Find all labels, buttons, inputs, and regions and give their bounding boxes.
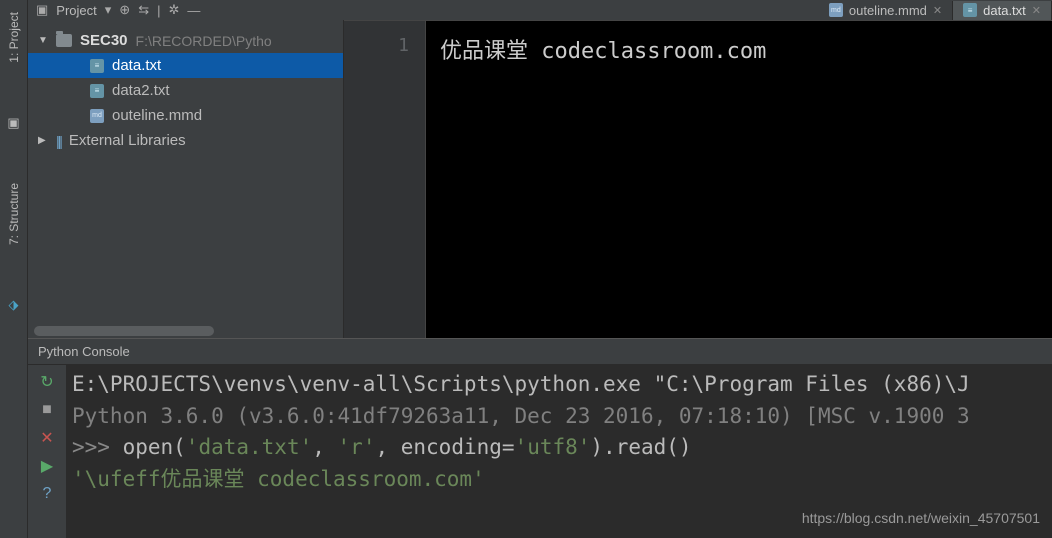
project-hscrollbar[interactable] — [28, 324, 343, 338]
project-tool-tab[interactable]: 1: Project — [5, 6, 23, 69]
help-icon[interactable]: ? — [38, 485, 56, 503]
tree-file-label: outeline.mmd — [112, 107, 202, 124]
left-tool-gutter: 1: Project ▣ 7: Structure ⬗ — [0, 0, 28, 538]
console-result: '\ufeff优品课堂 codeclassroom.com' — [72, 464, 1046, 496]
project-dropdown-icon[interactable]: ▣ — [36, 2, 48, 18]
close-icon[interactable]: ✕ — [933, 4, 942, 17]
close-icon[interactable]: ✕ — [1032, 4, 1041, 17]
console-line: Python 3.6.0 (v3.6.0:41df79263a11, Dec 2… — [72, 401, 1046, 433]
tree-root[interactable]: ▼ SEC30 F:\RECORDED\Pytho — [28, 28, 343, 53]
prompt: >>> — [72, 435, 110, 459]
console-toolbar: ↻ ■ ✕ ▶ ? — [28, 365, 66, 538]
tree-file-data-txt[interactable]: ≡ data.txt — [28, 53, 343, 78]
editor-gutter: 1 — [344, 21, 426, 338]
txt-file-icon: ≡ — [90, 59, 104, 73]
tree-external-libraries[interactable]: ▶ ||| External Libraries — [28, 128, 343, 153]
project-path: F:\RECORDED\Pytho — [136, 33, 272, 49]
stop-icon[interactable]: ■ — [38, 401, 56, 419]
txt-file-icon: ≡ — [963, 3, 977, 17]
line-number: 1 — [344, 35, 409, 56]
tree-file-label: data2.txt — [112, 82, 170, 99]
editor-line: 优品课堂 codeclassroom.com — [440, 39, 766, 64]
mmd-file-icon: md — [90, 109, 104, 123]
folder-icon — [56, 34, 72, 47]
tab-label: data.txt — [983, 3, 1026, 18]
scrollbar-thumb[interactable] — [34, 326, 214, 336]
tab-outeline-mmd[interactable]: md outeline.mmd ✕ — [819, 1, 953, 20]
tab-data-txt[interactable]: ≡ data.txt ✕ — [953, 1, 1052, 20]
gear-icon[interactable]: ✲ — [169, 2, 180, 18]
chevron-right-icon[interactable]: ▶ — [38, 135, 48, 146]
collapse-icon[interactable]: ⇆ — [138, 2, 149, 18]
python-console-panel: Python Console ↻ ■ ✕ ▶ ? E:\PROJECTS\ven… — [28, 338, 1052, 538]
body-row: ▼ SEC30 F:\RECORDED\Pytho ≡ data.txt ≡ d… — [28, 20, 1052, 338]
console-line: E:\PROJECTS\venvs\venv-all\Scripts\pytho… — [72, 369, 1046, 401]
structure-tool-icon[interactable]: ⬗ — [7, 291, 21, 319]
tree-file-outeline-mmd[interactable]: md outeline.mmd — [28, 103, 343, 128]
run-icon[interactable]: ▶ — [38, 457, 56, 475]
mmd-file-icon: md — [829, 3, 843, 17]
project-name: SEC30 — [80, 32, 128, 49]
project-panel-header: ▣ Project ▾ ⊕ ⇆ | ✲ — — [28, 0, 208, 20]
editor-tabs: md outeline.mmd ✕ ≡ data.txt ✕ — [819, 1, 1052, 20]
chevron-down-icon[interactable]: ▾ — [105, 2, 112, 18]
top-tabs-row: ▣ Project ▾ ⊕ ⇆ | ✲ — md outeline.mmd ✕ … — [28, 0, 1052, 20]
main-area: ▣ Project ▾ ⊕ ⇆ | ✲ — md outeline.mmd ✕ … — [28, 0, 1052, 338]
divider-icon: | — [157, 3, 160, 18]
locate-icon[interactable]: ⊕ — [119, 2, 130, 18]
structure-tool-tab[interactable]: 7: Structure — [5, 177, 23, 251]
project-panel: ▼ SEC30 F:\RECORDED\Pytho ≡ data.txt ≡ d… — [28, 20, 344, 338]
external-libraries-label: External Libraries — [69, 132, 186, 149]
txt-file-icon: ≡ — [90, 84, 104, 98]
project-tool-icon[interactable]: ▣ — [5, 109, 21, 137]
editor-body[interactable]: 优品课堂 codeclassroom.com — [426, 21, 1052, 338]
console-input-line: >>> open('data.txt', 'r', encoding='utf8… — [72, 432, 1046, 464]
project-panel-title: Project — [56, 3, 96, 18]
watermark: https://blog.csdn.net/weixin_45707501 — [802, 510, 1040, 526]
hide-icon[interactable]: — — [187, 3, 200, 18]
chevron-down-icon[interactable]: ▼ — [38, 35, 48, 46]
tree-file-data2-txt[interactable]: ≡ data2.txt — [28, 78, 343, 103]
tab-label: outeline.mmd — [849, 3, 927, 18]
close-icon[interactable]: ✕ — [38, 429, 56, 447]
editor: 1 优品课堂 codeclassroom.com — [344, 20, 1052, 338]
rerun-icon[interactable]: ↻ — [38, 373, 56, 391]
project-tree: ▼ SEC30 F:\RECORDED\Pytho ≡ data.txt ≡ d… — [28, 20, 343, 324]
libraries-icon: ||| — [56, 133, 61, 149]
console-tab[interactable]: Python Console — [28, 339, 1052, 365]
tree-file-label: data.txt — [112, 57, 161, 74]
